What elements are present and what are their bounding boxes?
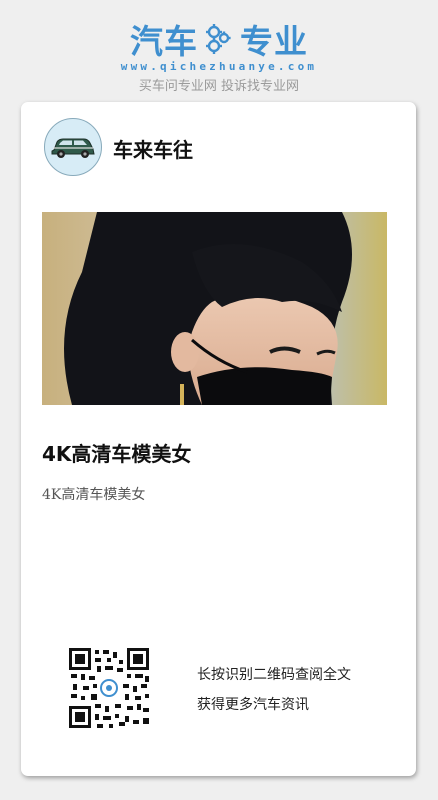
logo-url: www.qichezhuanye.com: [120, 60, 318, 73]
hero-photo: [42, 212, 387, 405]
gear-icon: [206, 24, 231, 54]
author-name[interactable]: 车来车往: [113, 134, 193, 163]
site-logo: 汽车 专业 www.qichezhuanye.com 买车问专业网 投诉找专业网: [0, 18, 438, 94]
logo-wordmark: 汽车 专业: [0, 18, 438, 61]
avatar[interactable]: [44, 118, 102, 176]
article-description: 4K高清车模美女: [42, 487, 146, 503]
logo-left-text: 汽车: [130, 22, 198, 61]
logo-slogan: 买车问专业网 投诉找专业网: [138, 79, 300, 94]
article-title[interactable]: 4K高清车模美女: [42, 438, 191, 467]
qr-cta-line2: 获得更多汽车资讯: [197, 697, 309, 713]
hero-image: [42, 212, 387, 405]
qr-code-icon[interactable]: [69, 648, 149, 728]
qr-cta-line1: 长按识别二维码查阅全文: [197, 667, 351, 683]
car-icon: [51, 138, 95, 158]
logo-right-text: 专业: [240, 22, 308, 61]
article-card[interactable]: 车来车往 4K高清车模美女 4K高清车模美女 长按识别二维码查阅全文 获得更多汽…: [21, 102, 416, 776]
